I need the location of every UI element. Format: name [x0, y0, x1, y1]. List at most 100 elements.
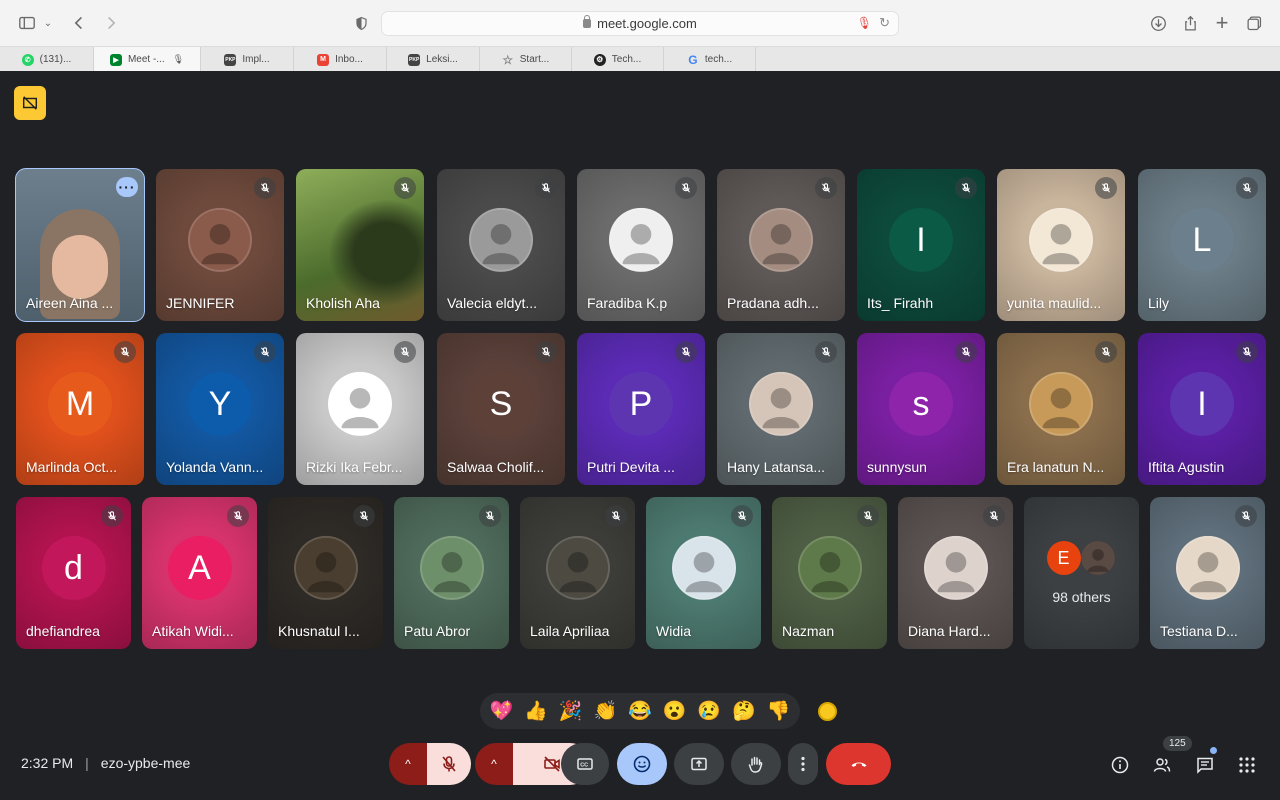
- participant-tile[interactable]: Faradiba K.p: [577, 169, 705, 321]
- avatar: M: [48, 371, 112, 436]
- back-icon[interactable]: [68, 12, 90, 34]
- privacy-shield-icon[interactable]: [350, 12, 372, 34]
- reload-icon[interactable]: ↻: [879, 15, 890, 31]
- participant-name: Its_ Firahh: [867, 295, 934, 311]
- meeting-details-button[interactable]: [1108, 753, 1132, 777]
- reaction-clap[interactable]: 👏: [590, 702, 620, 721]
- participant-name: Nazman: [782, 623, 835, 639]
- participant-tile[interactable]: Hany Latansa...: [717, 333, 845, 485]
- participant-tile[interactable]: Pradana adh...: [717, 169, 845, 321]
- participant-tile[interactable]: JENNIFER: [156, 169, 284, 321]
- tab-meet[interactable]: ▶ Meet -... 🎙: [94, 47, 201, 72]
- participant-tile[interactable]: I Its_ Firahh: [857, 169, 985, 321]
- raise-hand-button[interactable]: [731, 743, 781, 785]
- leave-call-button[interactable]: [826, 743, 891, 785]
- reactions-button[interactable]: [617, 743, 667, 785]
- mic-muted-icon: [394, 341, 416, 363]
- participant-tile[interactable]: ··· Aireen Aina ...: [15, 168, 145, 322]
- participant-tile[interactable]: P Putri Devita ...: [577, 333, 705, 485]
- participant-tile[interactable]: Widia: [646, 497, 761, 649]
- participant-name: Putri Devita ...: [587, 459, 675, 475]
- reaction-sad[interactable]: 😢: [694, 702, 724, 721]
- participant-tile[interactable]: Kholish Aha: [296, 169, 424, 321]
- tab-start[interactable]: ☆ Start...: [480, 47, 572, 72]
- participant-name: Atikah Widi...: [152, 623, 234, 639]
- participant-tile[interactable]: M Marlinda Oct...: [16, 333, 144, 485]
- participant-tile[interactable]: Era lanatun N...: [997, 333, 1125, 485]
- chat-button[interactable]: [1193, 753, 1217, 777]
- participant-tile[interactable]: Valecia eldyt...: [437, 169, 565, 321]
- avatar: [749, 371, 813, 436]
- participant-tile[interactable]: A Atikah Widi...: [142, 497, 257, 649]
- mic-muted-icon: [675, 341, 697, 363]
- participant-tile[interactable]: Rizki Ika Febr...: [296, 333, 424, 485]
- participant-count-badge: 125: [1163, 736, 1192, 751]
- participant-name: Pradana adh...: [727, 295, 819, 311]
- reaction-heart[interactable]: 💖: [486, 702, 516, 721]
- address-bar[interactable]: meet.google.com 🎙 ↻: [381, 11, 899, 36]
- tab-tech-openai[interactable]: ⚙ Tech...: [572, 47, 664, 72]
- tab-label: Tech...: [611, 54, 642, 65]
- download-icon[interactable]: [1147, 12, 1169, 34]
- separator: |: [85, 755, 89, 771]
- participant-name: sunnysun: [867, 459, 927, 475]
- others-count-label: 98 others: [1052, 589, 1111, 605]
- participant-tile[interactable]: s sunnysun: [857, 333, 985, 485]
- tab-whatsapp[interactable]: ✆ (131)...: [0, 47, 94, 72]
- microphone-in-use-icon[interactable]: 🎙: [857, 16, 872, 30]
- tab-audio-icon[interactable]: 🎙: [173, 54, 184, 65]
- participant-tile[interactable]: S Salwaa Cholif...: [437, 333, 565, 485]
- url-text: meet.google.com: [597, 16, 697, 31]
- mic-muted-icon: [1236, 177, 1258, 199]
- more-options-button[interactable]: [788, 743, 818, 785]
- openai-icon: ⚙: [593, 53, 606, 66]
- participant-tile[interactable]: Laila Apriliaa: [520, 497, 635, 649]
- tab-impl[interactable]: PKP Impl...: [201, 47, 294, 72]
- others-tile[interactable]: E 98 others: [1024, 497, 1139, 649]
- avatar: I: [889, 207, 953, 272]
- forward-icon[interactable]: [100, 12, 122, 34]
- tab-leksi[interactable]: PKP Leksi...: [387, 47, 480, 72]
- whatsapp-icon: ✆: [21, 53, 34, 66]
- reactions-bar: 💖 👍 🎉 👏 😂 😮 😢 🤔 👎: [480, 693, 800, 729]
- participant-tile[interactable]: L Lily: [1138, 169, 1266, 321]
- mic-control-group: ^: [389, 743, 471, 785]
- self-video-off-indicator[interactable]: [14, 86, 46, 120]
- share-icon[interactable]: [1179, 12, 1201, 34]
- participant-tile[interactable]: Y Yolanda Vann...: [156, 333, 284, 485]
- mic-toggle-button[interactable]: [427, 743, 471, 785]
- reaction-thumbs-down[interactable]: 👎: [764, 702, 794, 721]
- participant-tile[interactable]: I Iftita Agustin: [1138, 333, 1266, 485]
- sidebar-toggle-icon[interactable]: [16, 12, 38, 34]
- chevron-down-icon[interactable]: ⌄: [40, 12, 56, 34]
- skin-tone-selector[interactable]: [818, 702, 837, 721]
- pkp-icon: PKP: [408, 53, 421, 66]
- people-button[interactable]: [1150, 753, 1174, 777]
- tab-overview-icon[interactable]: [1243, 12, 1265, 34]
- reaction-party[interactable]: 🎉: [556, 702, 586, 721]
- reaction-thinking[interactable]: 🤔: [729, 702, 759, 721]
- audio-options-button[interactable]: ^: [389, 743, 427, 785]
- participant-tile[interactable]: Diana Hard...: [898, 497, 1013, 649]
- reaction-thumbs-up[interactable]: 👍: [521, 702, 551, 721]
- reaction-surprised[interactable]: 😮: [660, 702, 690, 721]
- participant-tile[interactable]: d dhefiandrea: [16, 497, 131, 649]
- participant-tile[interactable]: Patu Abror: [394, 497, 509, 649]
- reaction-laugh[interactable]: 😂: [625, 702, 655, 721]
- tab-tech-google[interactable]: G tech...: [664, 47, 756, 72]
- participant-tile[interactable]: yunita maulid...: [997, 169, 1125, 321]
- participant-tile[interactable]: Testiana D...: [1150, 497, 1265, 649]
- present-button[interactable]: [674, 743, 724, 785]
- captions-button[interactable]: CC: [561, 743, 609, 785]
- tile-options-button[interactable]: ···: [116, 177, 138, 197]
- tab-inbox[interactable]: M Inbo...: [294, 47, 387, 72]
- participant-tile[interactable]: Nazman: [772, 497, 887, 649]
- video-options-button[interactable]: ^: [475, 743, 513, 785]
- participant-tile[interactable]: Khusnatul I...: [268, 497, 383, 649]
- participant-name: Faradiba K.p: [587, 295, 668, 311]
- avatar: I: [1170, 371, 1234, 436]
- more-vert-icon: [801, 756, 805, 772]
- new-tab-icon[interactable]: +: [1211, 10, 1233, 35]
- activities-button[interactable]: [1235, 753, 1259, 777]
- avatar: [469, 207, 533, 272]
